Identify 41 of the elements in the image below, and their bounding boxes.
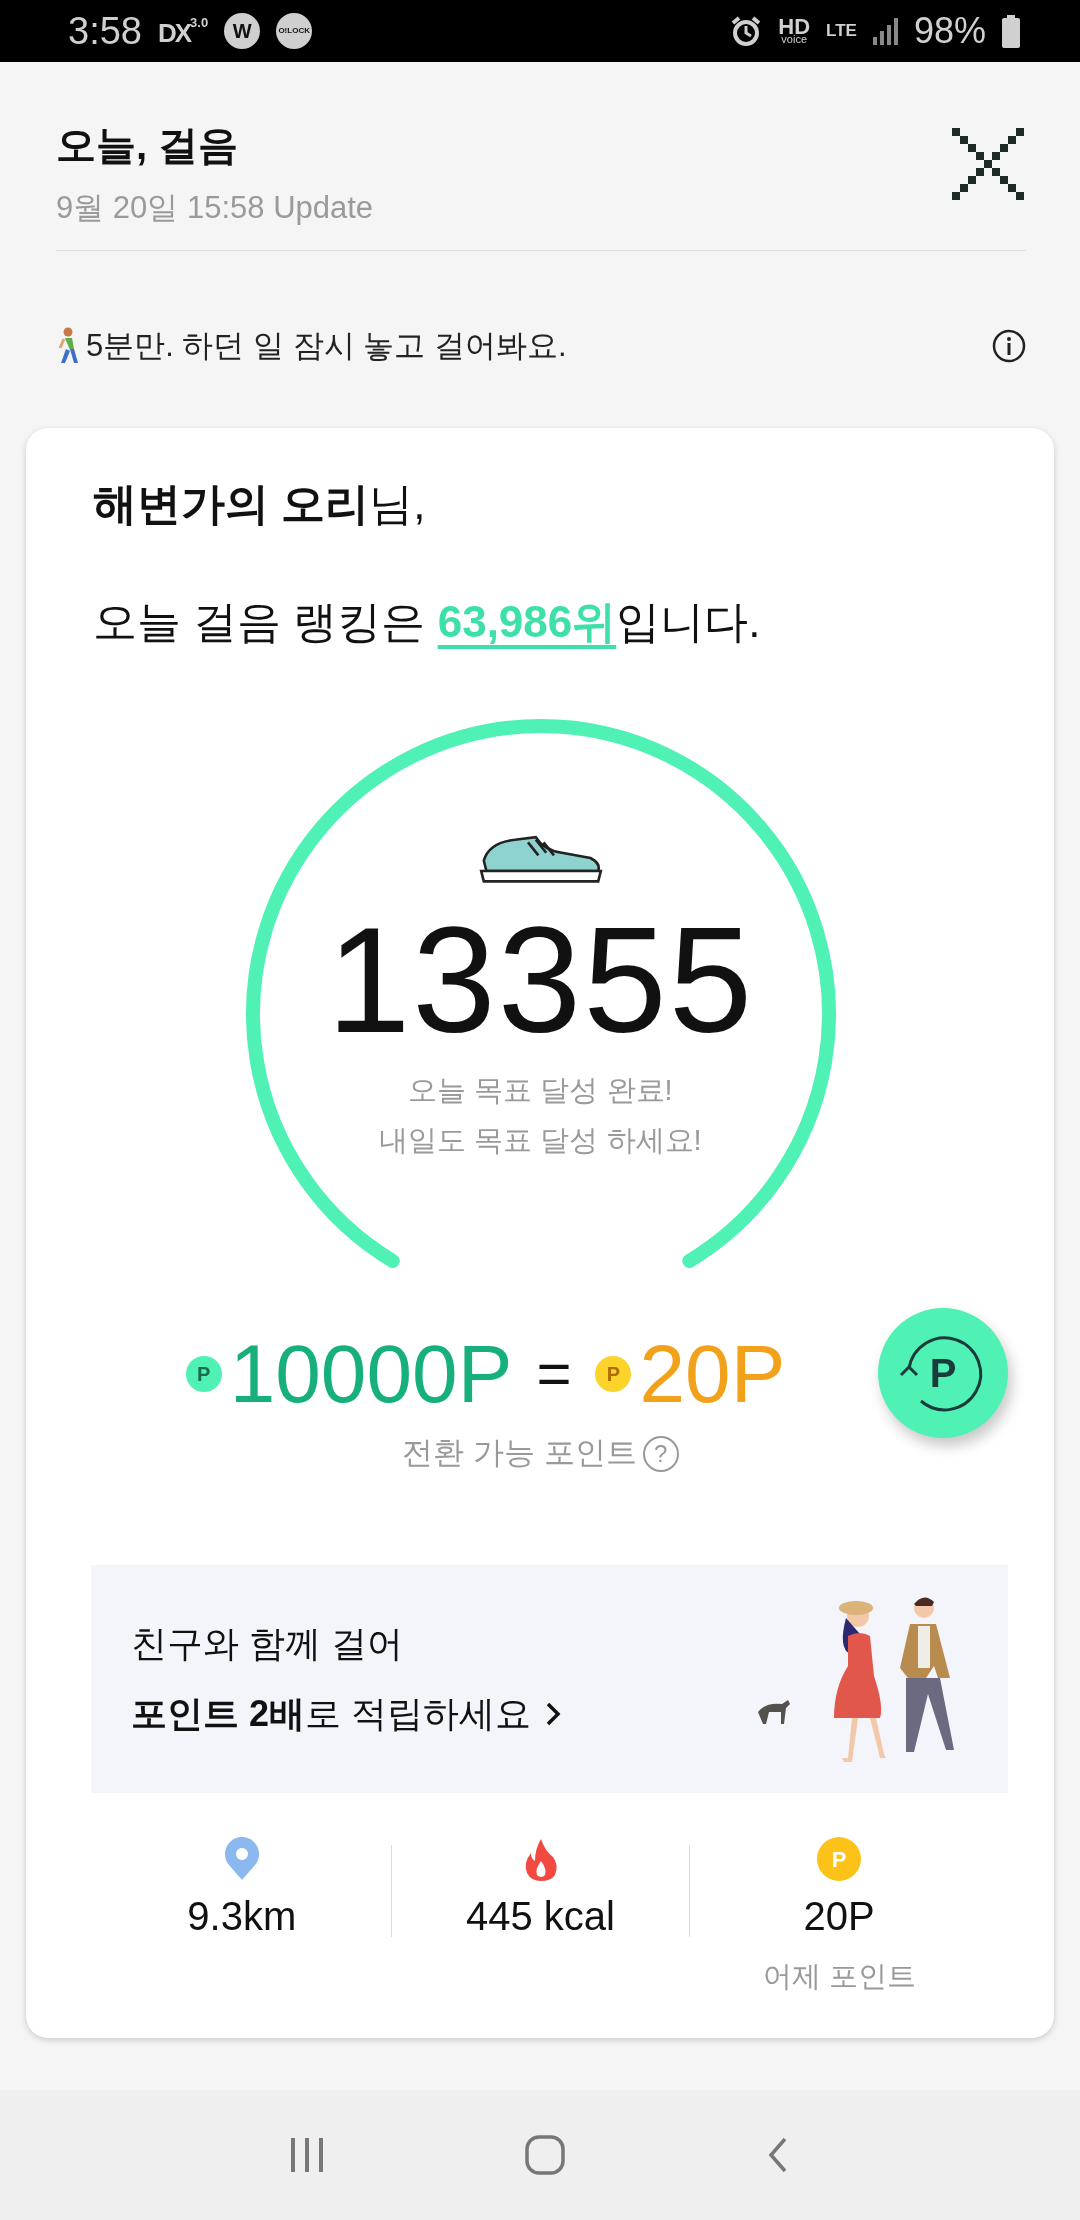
stat-value: 9.3km [186,1893,298,1940]
coin-icon: P [817,1837,862,1881]
convert-button[interactable]: P [878,1307,1008,1438]
equals-sign: = [536,1343,572,1404]
hd-voice-text: HD voice [778,17,811,45]
goal-message: 오늘 목표 달성 완료! [407,1072,674,1108]
signal-icon [872,17,898,45]
app-icon: DX$^{3.0}$ [157,16,209,46]
sneaker-icon [479,835,602,883]
battery-icon [1002,14,1020,48]
chevron-right-icon [545,1701,562,1727]
back-icon[interactable] [767,2137,789,2173]
banner-text: 포인트 2배로 적립하세요 [131,1692,532,1736]
info-icon[interactable] [992,329,1026,364]
goal-message: 내일도 목표 달성 하세요! [378,1122,703,1158]
converted-points: 20P [639,1332,786,1415]
convertible-points: 10000P [229,1332,513,1415]
convertible-points-label: 전환 가능 포인트 [402,1434,637,1470]
update-time: 9월 20일 15:58 Update [56,189,374,227]
point-coin-icon: P [595,1355,632,1392]
clock-text: 3:58 [68,8,142,54]
close-icon[interactable] [952,128,1024,200]
stat-label: 어제 포인트 [761,1959,917,1994]
battery-text: 98% [913,9,986,53]
invite-banner[interactable]: 친구와 함께 걸어 포인트 2배로 적립하세요 [91,1565,1008,1793]
recent-apps-icon[interactable] [291,2138,323,2172]
stat-value: 445 kcal [465,1893,616,1940]
ranking-text: 오늘 걸음 랭킹은 63,986위 입니다. [93,595,762,648]
location-pin-icon [223,1837,260,1881]
tip-text: 5분만. 하던 일 잠시 놓고 걸어봐요. [86,327,567,365]
app-icon: W [224,13,261,49]
page-title: 오늘, 걸음 [56,122,240,169]
greeting-text: 해변가의 오리님, [93,477,427,530]
home-icon[interactable] [525,2135,565,2175]
stat-value: 20P [802,1893,876,1940]
step-count: 13355 [325,904,756,1055]
alarm-icon [730,15,763,47]
network-text: LTE [826,20,857,43]
app-icon: O!LOCK [276,13,313,49]
banner-text: 친구와 함께 걸어 [131,1622,404,1666]
point-coin-icon: P [185,1355,222,1392]
